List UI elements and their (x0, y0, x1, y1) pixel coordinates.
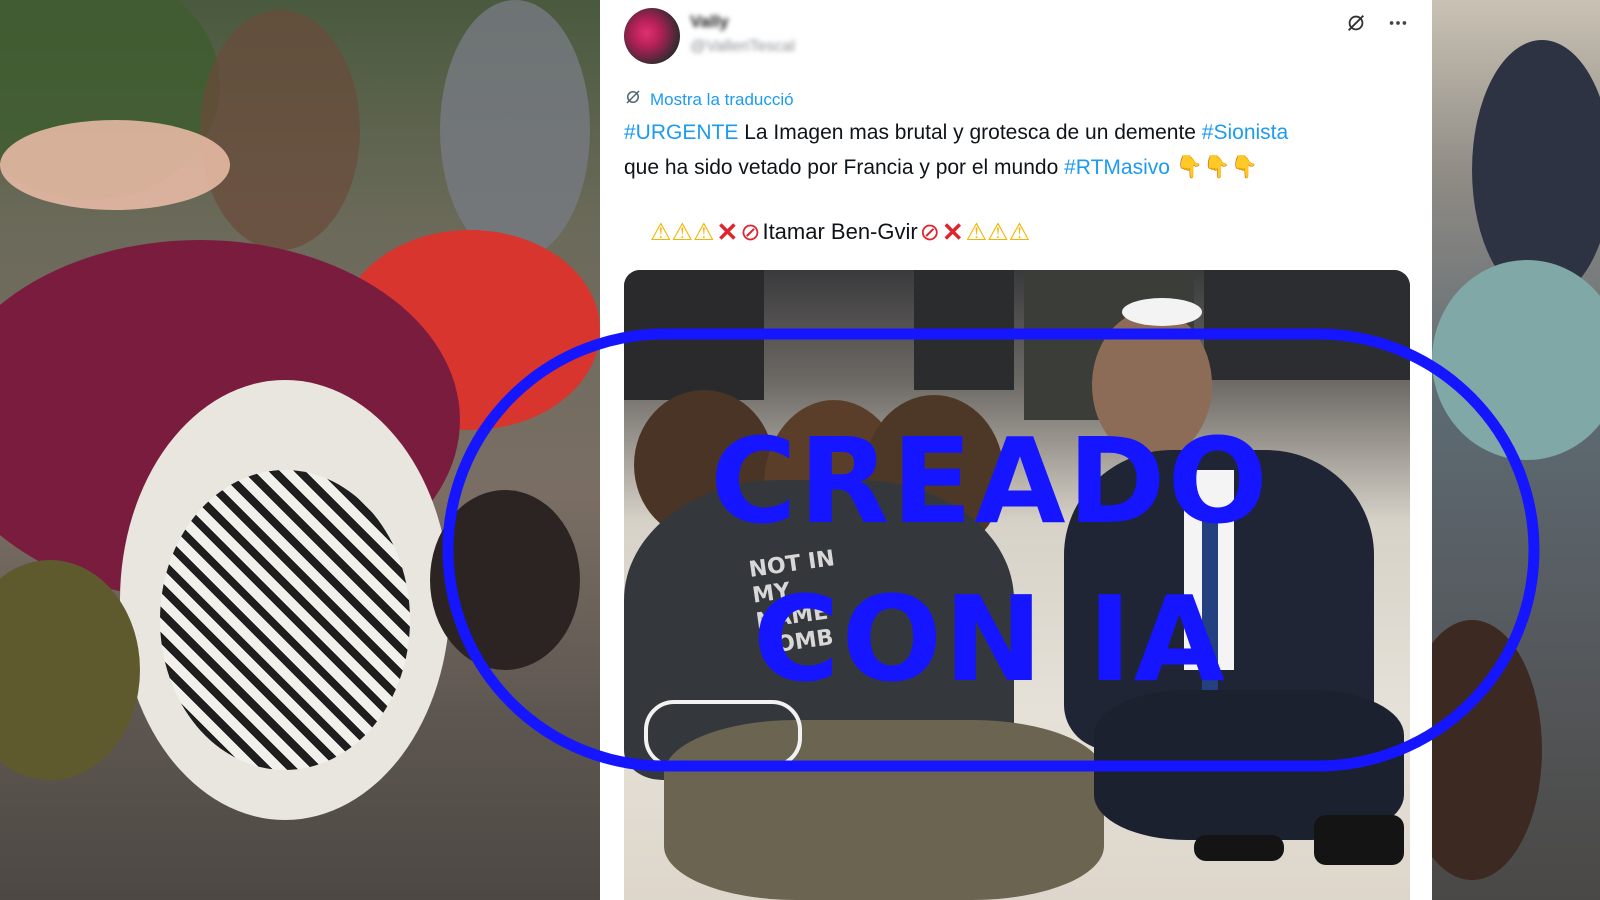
translate-icon (624, 88, 642, 111)
grok-icon[interactable] (1344, 12, 1368, 39)
tweet-media-image[interactable]: NOT IN MY NAME BOMB (624, 270, 1410, 900)
shirt-text: NOT IN MY NAME BOMB (747, 546, 837, 661)
author-handle: @ValleriTescal (690, 38, 795, 55)
emoji-line-name: Itamar Ben-Gvir (762, 219, 918, 244)
hashtag-rtmasivo[interactable]: #RTMasivo (1064, 156, 1170, 179)
tweet-card[interactable]: Vally @ValleriTescal Mostra la traducció… (600, 0, 1432, 900)
author-info-blurred[interactable]: Vally @ValleriTescal (690, 12, 840, 66)
translate-label: Mostra la traducció (650, 89, 794, 109)
author-name: Vally (690, 12, 729, 31)
background-photo-right (1432, 0, 1600, 900)
tweet-text-line2: que ha sido vetado por Francia y por el … (624, 156, 1065, 179)
more-icon[interactable] (1386, 12, 1410, 39)
prohibited-icon: ⊘ (919, 218, 940, 246)
hashtag-sionista[interactable]: #Sionista (1202, 121, 1288, 144)
emoji-line: ⚠⚠⚠ ✕ ⊘ Itamar Ben-Gvir ⊘ ✕ ⚠⚠⚠ (650, 214, 1030, 250)
cross-mark-icon: ✕ (941, 216, 964, 247)
hashtag-urgente[interactable]: #URGENTE (624, 121, 738, 144)
tweet-text: #URGENTE La Imagen mas brutal y grotesca… (624, 116, 1414, 185)
warning-icon: ⚠⚠⚠ (965, 218, 1031, 246)
warning-icon: ⚠⚠⚠ (650, 218, 715, 246)
tweet-text-line1: La Imagen mas brutal y grotesca de un de… (738, 121, 1202, 144)
pointing-down-icon: 👇👇👇 (1175, 154, 1258, 179)
tweet-actions-top (1344, 12, 1410, 39)
cross-mark-icon: ✕ (716, 216, 739, 247)
prohibited-icon: ⊘ (740, 218, 761, 246)
background-photo-left (0, 0, 600, 900)
translate-link[interactable]: Mostra la traducció (624, 88, 794, 111)
avatar[interactable] (624, 8, 680, 64)
